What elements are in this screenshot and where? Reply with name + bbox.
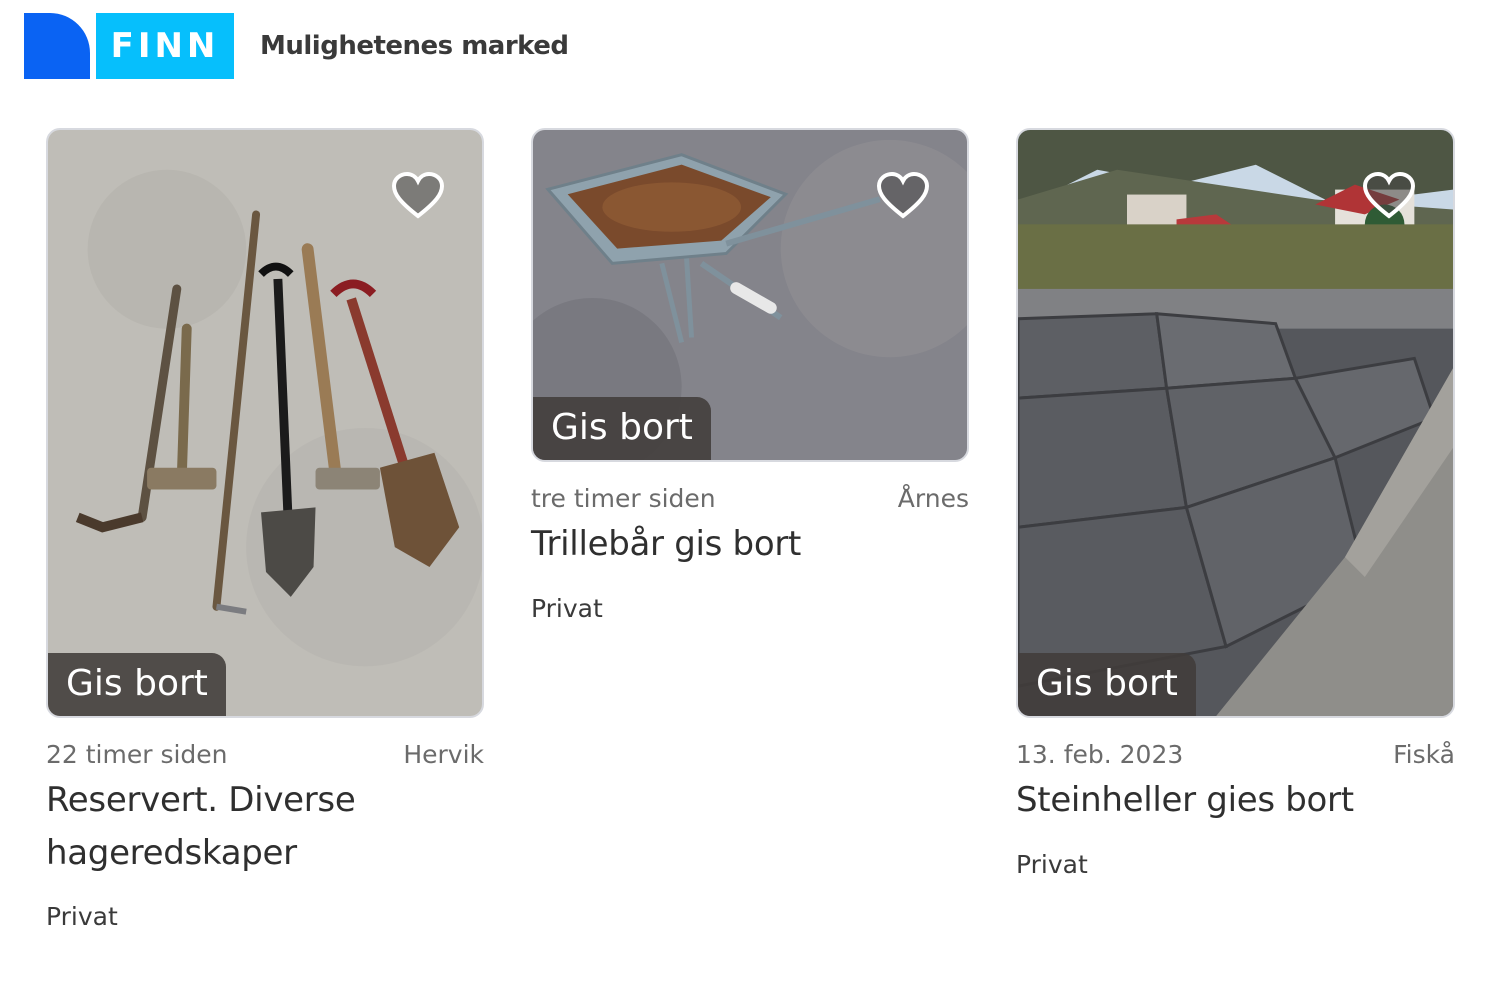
listing-time: tre timer siden xyxy=(531,484,716,513)
listing-time: 22 timer siden xyxy=(46,740,228,769)
giveaway-badge: Gis bort xyxy=(533,397,711,460)
heart-outline-icon xyxy=(391,171,445,219)
finn-logo[interactable]: FINN xyxy=(24,13,234,79)
listing-card[interactable]: Gis bort tre timer siden Årnes Trillebår… xyxy=(531,128,969,648)
logo-shape-icon xyxy=(24,13,90,79)
site-header: FINN Mulighetenes marked xyxy=(24,12,569,80)
favorite-button[interactable] xyxy=(875,170,931,222)
listing-seller-type: Privat xyxy=(531,594,603,623)
listing-location: Hervik xyxy=(403,740,484,769)
listing-image[interactable]: Gis bort xyxy=(531,128,969,462)
listing-meta: 22 timer siden Hervik xyxy=(46,740,484,769)
favorite-button[interactable] xyxy=(390,170,446,222)
listing-image[interactable]: Gis bort xyxy=(46,128,484,718)
listing-location: Årnes xyxy=(897,484,969,513)
listing-title[interactable]: Steinheller gies bort xyxy=(1016,774,1455,827)
listing-location: Fiskå xyxy=(1393,740,1455,769)
giveaway-badge: Gis bort xyxy=(1018,653,1196,716)
listing-time: 13. feb. 2023 xyxy=(1016,740,1184,769)
listing-card[interactable]: Gis bort 13. feb. 2023 Fiskå Steinheller… xyxy=(1016,128,1455,908)
listing-title[interactable]: Trillebår gis bort xyxy=(531,518,969,571)
heart-outline-icon xyxy=(1362,171,1416,219)
listing-seller-type: Privat xyxy=(1016,850,1088,879)
listing-seller-type: Privat xyxy=(46,902,118,931)
heart-outline-icon xyxy=(876,171,930,219)
tagline: Mulighetenes marked xyxy=(260,31,569,61)
giveaway-badge: Gis bort xyxy=(48,653,226,716)
favorite-button[interactable] xyxy=(1361,170,1417,222)
listing-meta: tre timer siden Årnes xyxy=(531,484,969,513)
listing-card[interactable]: Gis bort 22 timer siden Hervik Reservert… xyxy=(46,128,484,948)
logo-wordmark: FINN xyxy=(96,13,234,79)
listing-image[interactable]: Gis bort xyxy=(1016,128,1455,718)
listing-title[interactable]: Reservert. Diverse hageredskaper xyxy=(46,774,484,880)
listing-meta: 13. feb. 2023 Fiskå xyxy=(1016,740,1455,769)
